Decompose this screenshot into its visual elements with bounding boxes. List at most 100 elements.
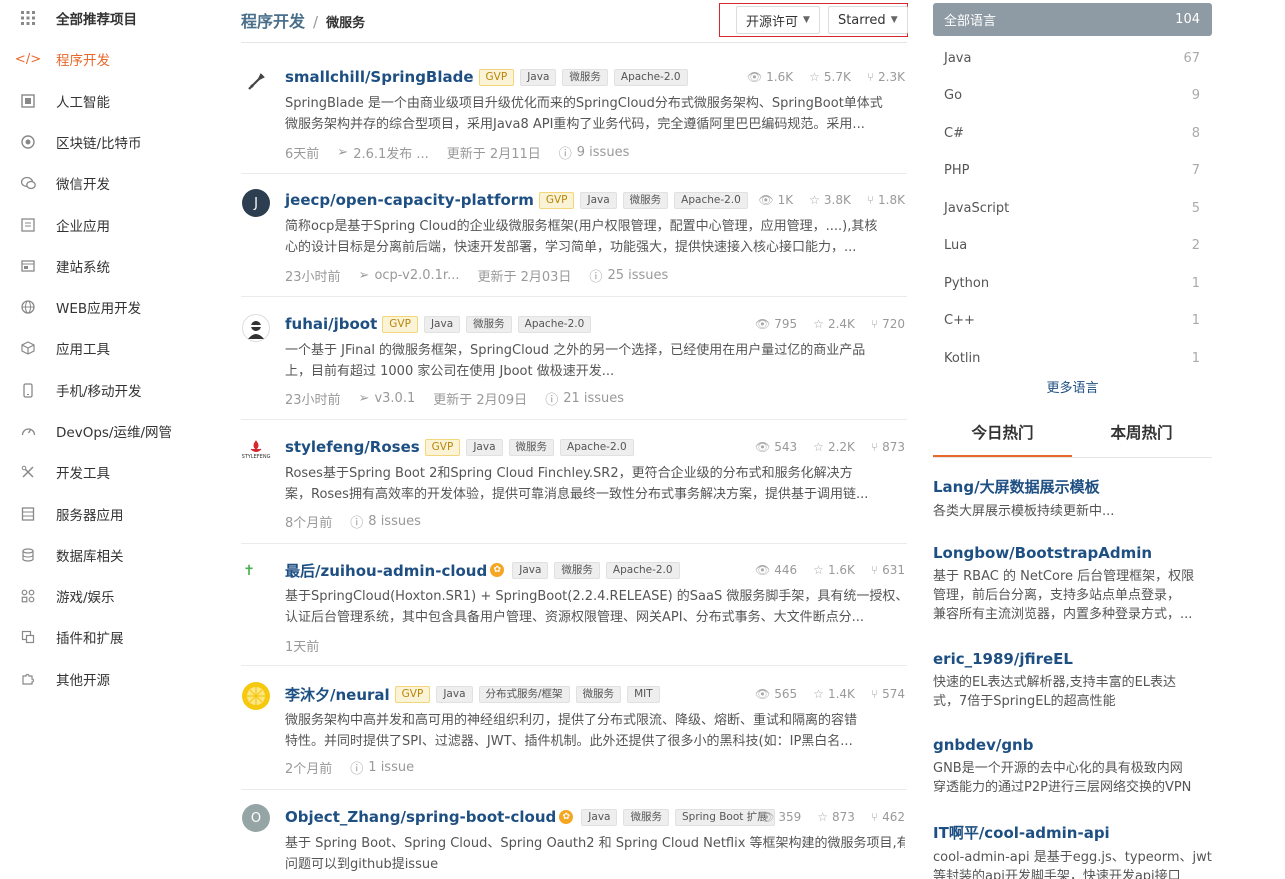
sidebar-item-mobile[interactable]: 手机/移动开发 [18, 378, 142, 402]
language-badge[interactable]: Java [520, 68, 557, 86]
cross-icon[interactable]: ✝ [235, 557, 263, 585]
fork-icon: ⑂ [866, 193, 875, 207]
category-badge[interactable]: 分布式服务/框架 [478, 685, 570, 703]
sidebar-item-all-recommended[interactable]: 全部推荐项目 [18, 6, 137, 30]
issues-count[interactable]: ⓘ 1 issue [350, 758, 414, 777]
gvp-badge[interactable]: GVP [394, 685, 431, 703]
category-badge[interactable]: 微服务 [562, 68, 608, 86]
issues-count[interactable]: ⓘ 25 issues [589, 266, 668, 285]
tab-week-hot[interactable]: 本周热门 [1072, 416, 1211, 457]
project-avatar[interactable]: STYLEFENG [242, 436, 270, 464]
project-description: SpringBlade 是一个由商业级项目升级优化而来的SpringCloud分… [285, 93, 905, 135]
sidebar-item-app-tools[interactable]: 应用工具 [18, 336, 110, 360]
fork-icon: ⑂ [870, 317, 879, 331]
project-name-link[interactable]: 最后/zuihou-admin-cloud [285, 560, 487, 581]
language-filter-item[interactable]: C# 8 [933, 122, 1212, 144]
language-badge[interactable]: Java [512, 561, 549, 579]
sidebar-item-ai[interactable]: 人工智能 [18, 89, 110, 113]
project-avatar[interactable] [242, 314, 270, 342]
category-badge[interactable]: 微服务 [623, 808, 669, 826]
issues-count[interactable]: ⓘ 9 issues [559, 143, 630, 162]
issues-count[interactable]: ⓘ 21 issues [545, 389, 624, 408]
release-info[interactable]: ➢ v3.0.1 [359, 391, 416, 406]
language-badge[interactable]: Java [580, 191, 617, 209]
issues-count[interactable]: ⓘ 8 issues [350, 512, 421, 531]
sidebar-item-server-apps[interactable]: 服务器应用 [18, 502, 124, 526]
license-dropdown[interactable]: 开源许可 ▼ [736, 6, 820, 34]
release-info[interactable]: ➢ ocp-v2.0.1r... [359, 268, 460, 283]
language-filter-all[interactable]: 全部语言 104 [933, 3, 1212, 36]
language-filter-item[interactable]: Lua 2 [933, 234, 1212, 256]
project-name-link[interactable]: 李沐夕/neural [285, 684, 390, 705]
language-filter-item[interactable]: Python 1 [933, 272, 1212, 294]
hot-item-title[interactable]: Longbow/BootstrapAdmin [933, 544, 1212, 562]
hot-item-title[interactable]: gnbdev/gnb [933, 736, 1212, 754]
license-badge[interactable]: Apache-2.0 [517, 315, 592, 333]
project-avatar[interactable] [242, 68, 270, 96]
ai-icon [18, 91, 38, 111]
license-badge[interactable]: Apache-2.0 [560, 438, 634, 456]
grid-icon [18, 8, 38, 28]
sidebar-item-web-dev[interactable]: WEB应用开发 [18, 295, 141, 319]
hot-item-title[interactable]: IT啊平/cool-admin-api [933, 822, 1212, 843]
hot-item-title[interactable]: eric_1989/jfireEL [933, 650, 1212, 668]
project-name-link[interactable]: fuhai/jboot [285, 315, 377, 333]
sidebar-item-other[interactable]: 其他开源 [18, 667, 110, 691]
sidebar-item-enterprise[interactable]: 企业应用 [18, 213, 110, 237]
lemon-avatar[interactable] [242, 682, 270, 710]
category-badge[interactable]: 微服务 [554, 561, 600, 579]
category-badge[interactable]: 微服务 [575, 685, 622, 703]
sidebar-item-devops[interactable]: DevOps/运维/网管 [18, 419, 172, 443]
sidebar-item-site-builder[interactable]: 建站系统 [18, 254, 110, 278]
sidebar-item-wechat[interactable]: 微信开发 [18, 171, 110, 195]
category-badge[interactable]: 微服务 [508, 438, 555, 456]
sidebar-item-program-dev[interactable]: </> 程序开发 [15, 47, 110, 71]
language-filter-item[interactable]: PHP 7 [933, 159, 1212, 181]
language-badge[interactable]: Java [581, 808, 618, 826]
license-badge[interactable]: Apache-2.0 [605, 561, 680, 579]
project-name-link[interactable]: smallchill/SpringBlade [285, 68, 474, 86]
sidebar-item-dev-tools[interactable]: 开发工具 [18, 460, 110, 484]
language-badge[interactable]: Java [466, 438, 503, 456]
breadcrumb: 程序开发 / 微服务 [241, 8, 365, 32]
project-avatar[interactable]: O [242, 804, 270, 832]
project-name-link[interactable]: stylefeng/Roses [285, 438, 420, 456]
language-filter-item[interactable]: Kotlin 1 [933, 347, 1212, 369]
sidebar-item-plugins[interactable]: 插件和扩展 [18, 625, 124, 649]
project-desc-line: 基于 Spring Boot、Spring Cloud、Spring Oauth… [285, 836, 905, 851]
project-avatar[interactable]: J [242, 189, 270, 217]
tools-icon [18, 462, 38, 482]
language-filter-item[interactable]: Java 67 [933, 47, 1212, 69]
gvp-badge[interactable]: GVP [382, 315, 418, 333]
updated-ago: 8个月前 [285, 515, 333, 531]
license-badge[interactable]: Apache-2.0 [674, 191, 748, 209]
language-filter-item[interactable]: C++ 1 [933, 309, 1212, 331]
sort-dropdown-label: Starred [837, 12, 886, 28]
license-badge[interactable]: MIT [627, 685, 660, 703]
hot-item-title[interactable]: Lang/大屏数据展示模板 [933, 476, 1212, 497]
updated-ago: 6天前 [285, 146, 320, 162]
category-badge[interactable]: 微服务 [466, 315, 512, 333]
tab-today-hot[interactable]: 今日热门 [933, 416, 1072, 457]
watch-count-value: 1.6K [766, 70, 794, 84]
breadcrumb-current: 微服务 [326, 16, 366, 31]
sidebar-item-blockchain[interactable]: 区块链/比特币 [18, 130, 142, 154]
project-name-link[interactable]: Object_Zhang/spring-boot-cloud [285, 808, 556, 826]
sidebar-item-games[interactable]: 游戏/娱乐 [18, 584, 115, 608]
more-languages-link[interactable]: 更多语言 [933, 377, 1212, 396]
release-info[interactable]: ➢ 2.6.1发布 ... [337, 143, 429, 162]
language-badge[interactable]: Java [436, 685, 473, 703]
updated-ago: 2个月前 [285, 761, 333, 777]
gvp-badge[interactable]: GVP [538, 191, 575, 209]
language-badge[interactable]: Java [423, 315, 461, 333]
sort-dropdown[interactable]: Starred ▼ [827, 6, 908, 34]
language-filter-item[interactable]: Go 9 [933, 84, 1212, 106]
language-filter-item[interactable]: JavaScript 5 [933, 197, 1212, 219]
gvp-badge[interactable]: GVP [478, 68, 515, 86]
breadcrumb-root-link[interactable]: 程序开发 [241, 8, 305, 32]
gvp-badge[interactable]: GVP [424, 438, 461, 456]
project-name-link[interactable]: jeecp/open-capacity-platform [285, 191, 534, 209]
sidebar-item-database[interactable]: 数据库相关 [18, 543, 124, 567]
license-badge[interactable]: Apache-2.0 [613, 68, 688, 86]
category-badge[interactable]: 微服务 [622, 191, 669, 209]
